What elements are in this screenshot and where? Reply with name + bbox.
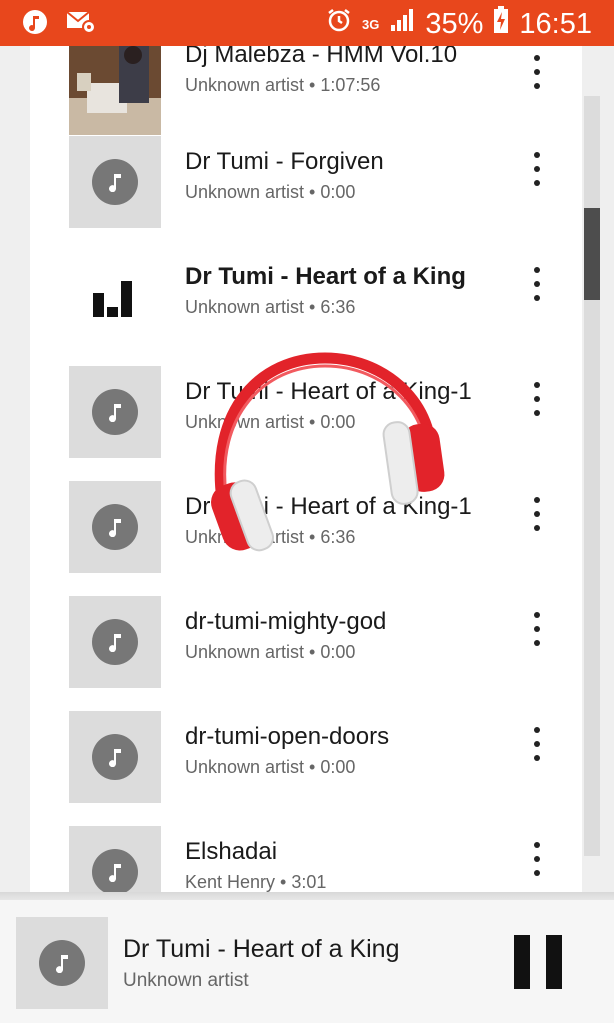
music-note-icon (92, 159, 138, 205)
more-options-icon[interactable] (530, 842, 544, 876)
now-playing-title: Dr Tumi - Heart of a King (123, 935, 400, 963)
track-title: dr-tumi-open-doors (185, 723, 390, 750)
track-title: Elshadai (185, 838, 278, 865)
music-note-icon (39, 940, 85, 986)
track-subtitle: Unknown artist • 0:00 (185, 642, 356, 662)
music-note-icon (92, 849, 138, 895)
status-bar: 3G 35% 16:51 (0, 0, 614, 46)
track-subtitle: Unknown artist • 6:36 (185, 297, 356, 317)
track-title: Dj Malebza - HMM Vol.10 (185, 46, 458, 68)
more-options-icon[interactable] (530, 612, 544, 646)
signal-icon (389, 7, 415, 41)
email-settings-icon (66, 10, 96, 39)
album-art-placeholder (69, 481, 161, 573)
pause-button[interactable] (514, 935, 562, 989)
list-item[interactable]: dr-tumi-mighty-god Unknown artist • 0:00 (30, 596, 582, 713)
clock: 16:51 (519, 7, 592, 40)
album-art-placeholder (69, 711, 161, 803)
album-art-placeholder (69, 596, 161, 688)
more-options-icon[interactable] (530, 382, 544, 416)
music-note-icon (92, 619, 138, 665)
now-playing-art (16, 917, 108, 1009)
more-options-icon[interactable] (530, 267, 544, 301)
album-art-placeholder (69, 136, 161, 228)
scrollbar-thumb[interactable] (584, 208, 600, 300)
battery-charging-icon (493, 6, 509, 42)
list-item[interactable]: Dr Tumi - Forgiven Unknown artist • 0:00 (30, 136, 582, 253)
headphones-icon (211, 352, 445, 552)
battery-percent: 35% (425, 7, 484, 40)
track-title: Dr Tumi - Heart of a King (185, 263, 466, 290)
music-note-icon (92, 504, 138, 550)
album-art-placeholder (69, 366, 161, 458)
list-item[interactable]: dr-tumi-open-doors Unknown artist • 0:00 (30, 711, 582, 828)
track-subtitle: Unknown artist • 0:00 (185, 757, 356, 777)
now-playing-artist: Unknown artist (123, 970, 249, 991)
more-options-icon[interactable] (530, 497, 544, 531)
alarm-icon (326, 7, 352, 41)
pause-icon (514, 935, 530, 989)
network-3g-icon: 3G (362, 18, 379, 31)
track-subtitle: Unknown artist • 0:00 (185, 182, 356, 202)
track-title: dr-tumi-mighty-god (185, 608, 387, 635)
more-options-icon[interactable] (530, 152, 544, 186)
now-playing-bar[interactable]: Dr Tumi - Heart of a King Unknown artist (0, 900, 614, 1023)
more-options-icon[interactable] (530, 55, 544, 89)
music-note-icon (92, 734, 138, 780)
music-app-icon (22, 9, 48, 40)
more-options-icon[interactable] (530, 727, 544, 761)
music-note-icon (92, 389, 138, 435)
album-art-placeholder (69, 826, 161, 898)
track-subtitle: Kent Henry • 3:01 (185, 872, 327, 892)
album-art-photo (69, 46, 161, 135)
track-title: Dr Tumi - Forgiven (185, 148, 384, 175)
now-playing-bars-icon (93, 281, 135, 317)
track-subtitle: Unknown artist • 1:07:56 (185, 75, 381, 95)
network-label: 3G (362, 16, 380, 32)
list-item[interactable]: Elshadai Kent Henry • 3:01 (30, 826, 582, 898)
